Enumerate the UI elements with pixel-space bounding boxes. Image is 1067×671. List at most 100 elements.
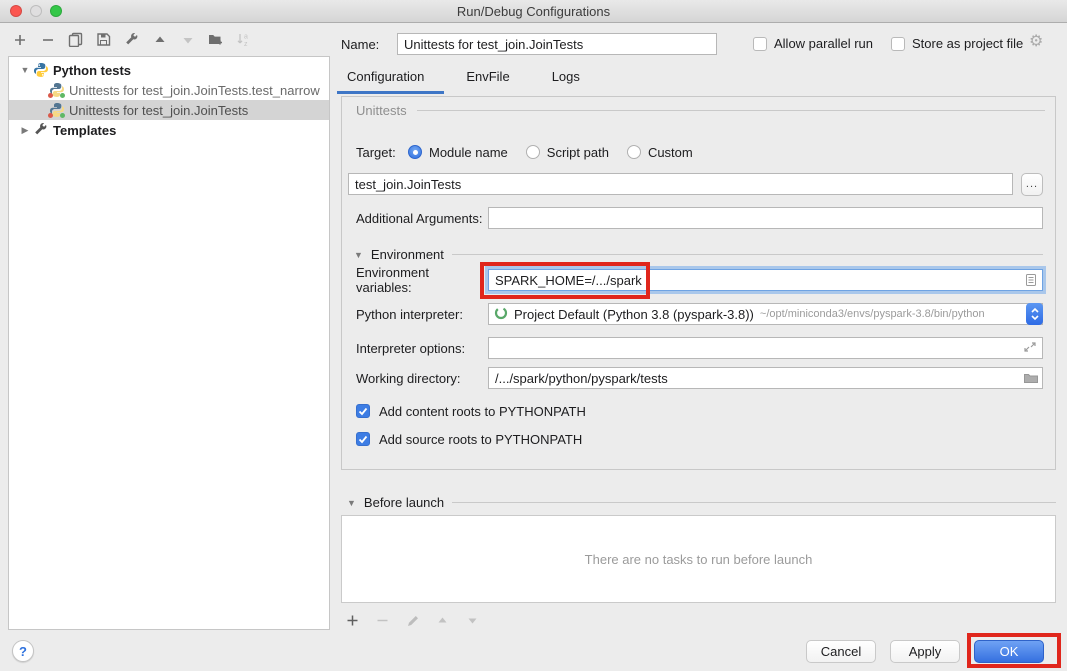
configurations-toolbar: az — [12, 32, 251, 47]
environment-header-label: Environment — [371, 247, 444, 262]
python-test-icon — [49, 102, 65, 118]
traffic-lights — [10, 5, 62, 17]
dropdown-stepper-icon[interactable] — [1026, 303, 1043, 325]
add-icon[interactable] — [12, 32, 27, 47]
remove-task-icon[interactable] — [375, 613, 390, 628]
title-bar: Run/Debug Configurations — [0, 0, 1067, 23]
store-as-project-file-checkbox[interactable]: Store as project file — [891, 36, 1023, 51]
configuration-panel: Unittests Target: Module name Script pat… — [341, 96, 1056, 470]
additional-arguments-input[interactable] — [488, 207, 1043, 229]
move-task-up-icon[interactable] — [435, 613, 450, 628]
new-folder-icon[interactable] — [208, 32, 223, 47]
add-content-roots-label: Add content roots to PYTHONPATH — [379, 404, 586, 419]
additional-arguments-label: Additional Arguments: — [356, 211, 488, 226]
tree-item-templates[interactable]: ▶ Templates — [9, 120, 329, 140]
radio-selected-icon[interactable] — [408, 145, 422, 159]
before-launch-section-header[interactable]: ▼ Before launch — [347, 495, 1056, 510]
before-launch-toolbar — [345, 613, 480, 628]
apply-label: Apply — [909, 644, 942, 659]
radio-unselected-icon[interactable] — [627, 145, 641, 159]
test-red-dot — [48, 113, 53, 118]
radio-script-path[interactable]: Script path — [526, 145, 609, 160]
window-title: Run/Debug Configurations — [457, 4, 610, 19]
tree-item-python-tests[interactable]: ▼ Python tests — [9, 60, 329, 80]
target-radio-group: Module name Script path Custom — [408, 145, 693, 160]
tab-envfile[interactable]: EnvFile — [466, 66, 523, 92]
add-source-roots-checkbox[interactable]: Add source roots to PYTHONPATH — [356, 431, 582, 447]
folder-icon[interactable] — [1023, 370, 1039, 386]
move-task-down-icon[interactable] — [465, 613, 480, 628]
module-name-input[interactable] — [348, 173, 1013, 195]
radio-module-name[interactable]: Module name — [408, 145, 508, 160]
environment-section-header[interactable]: ▼ Environment — [354, 247, 1043, 262]
radio-label: Script path — [547, 145, 609, 160]
working-directory-label: Working directory: — [356, 371, 488, 386]
tab-configuration[interactable]: Configuration — [341, 66, 438, 92]
name-input[interactable] — [397, 33, 717, 55]
gear-icon[interactable]: ⚙ — [1029, 34, 1043, 50]
help-button[interactable]: ? — [12, 640, 34, 662]
svg-text:z: z — [244, 41, 248, 47]
divider — [452, 502, 1056, 503]
working-directory-input[interactable] — [488, 367, 1043, 389]
chevron-down-icon[interactable]: ▼ — [17, 65, 33, 75]
unittests-group-header: Unittests — [356, 103, 1045, 118]
name-label: Name: — [341, 37, 379, 52]
chevron-down-icon[interactable]: ▼ — [354, 250, 363, 260]
before-launch-task-list: There are no tasks to run before launch — [341, 515, 1056, 603]
tree-item-label: Unittests for test_join.JoinTests.test_n… — [69, 83, 320, 98]
ok-button[interactable]: OK — [974, 640, 1044, 663]
checkbox-unchecked-icon[interactable] — [753, 37, 767, 51]
allow-parallel-run-checkbox[interactable]: Allow parallel run — [753, 36, 873, 51]
cancel-button[interactable]: Cancel — [806, 640, 876, 663]
move-down-icon[interactable] — [180, 32, 195, 47]
chevron-down-icon[interactable]: ▼ — [347, 498, 356, 508]
zoom-window-button[interactable] — [50, 5, 62, 17]
copy-icon[interactable] — [68, 32, 83, 47]
svg-text:a: a — [244, 34, 248, 41]
environment-variables-input[interactable] — [488, 269, 1043, 291]
edit-variables-icon[interactable] — [1023, 272, 1039, 288]
interpreter-options-input[interactable] — [488, 337, 1043, 359]
edit-templates-icon[interactable] — [124, 32, 139, 47]
move-up-icon[interactable] — [152, 32, 167, 47]
add-task-icon[interactable] — [345, 613, 360, 628]
tab-label: Configuration — [347, 69, 424, 84]
tree-item-unittest-jointests-selected[interactable]: Unittests for test_join.JoinTests — [9, 100, 329, 120]
radio-unselected-icon[interactable] — [526, 145, 540, 159]
interpreter-options-row: Interpreter options: — [356, 337, 1043, 359]
remove-icon[interactable] — [40, 32, 55, 47]
python-interpreter-select[interactable]: Project Default (Python 3.8 (pyspark-3.8… — [488, 303, 1043, 325]
radio-custom[interactable]: Custom — [627, 145, 693, 160]
test-green-dot — [60, 93, 65, 98]
tab-logs[interactable]: Logs — [552, 66, 594, 92]
test-red-dot — [48, 93, 53, 98]
python-interpreter-row: Python interpreter: Project Default (Pyt… — [356, 303, 1043, 325]
tree-item-label: Templates — [53, 123, 116, 138]
interpreter-path: ~/opt/miniconda3/envs/pyspark-3.8/bin/py… — [760, 308, 1042, 320]
radio-label: Custom — [648, 145, 693, 160]
edit-task-icon[interactable] — [405, 613, 420, 628]
close-window-button[interactable] — [10, 5, 22, 17]
apply-button[interactable]: Apply — [890, 640, 960, 663]
checkbox-unchecked-icon[interactable] — [891, 37, 905, 51]
checkbox-checked-icon[interactable] — [356, 404, 370, 418]
divider — [452, 254, 1043, 255]
divider — [417, 110, 1045, 111]
tree-item-unittest-narrow[interactable]: Unittests for test_join.JoinTests.test_n… — [9, 80, 329, 100]
minimize-window-button[interactable] — [30, 5, 42, 17]
additional-arguments-row: Additional Arguments: — [356, 207, 1043, 229]
browse-button[interactable]: ... — [1021, 173, 1043, 196]
save-icon[interactable] — [96, 32, 111, 47]
chevron-right-icon[interactable]: ▶ — [17, 125, 33, 136]
tree-item-label: Python tests — [53, 63, 131, 78]
conda-env-icon — [494, 306, 508, 323]
expand-icon[interactable] — [1023, 340, 1039, 356]
configurations-tree: ▼ Python tests Unittests for test_join.J… — [8, 56, 330, 630]
checkbox-checked-icon[interactable] — [356, 432, 370, 446]
allow-parallel-run-label: Allow parallel run — [774, 36, 873, 51]
group-title: Unittests — [356, 103, 407, 118]
add-content-roots-checkbox[interactable]: Add content roots to PYTHONPATH — [356, 403, 586, 419]
help-label: ? — [19, 644, 27, 659]
sort-alphabetically-icon[interactable]: az — [236, 32, 251, 47]
